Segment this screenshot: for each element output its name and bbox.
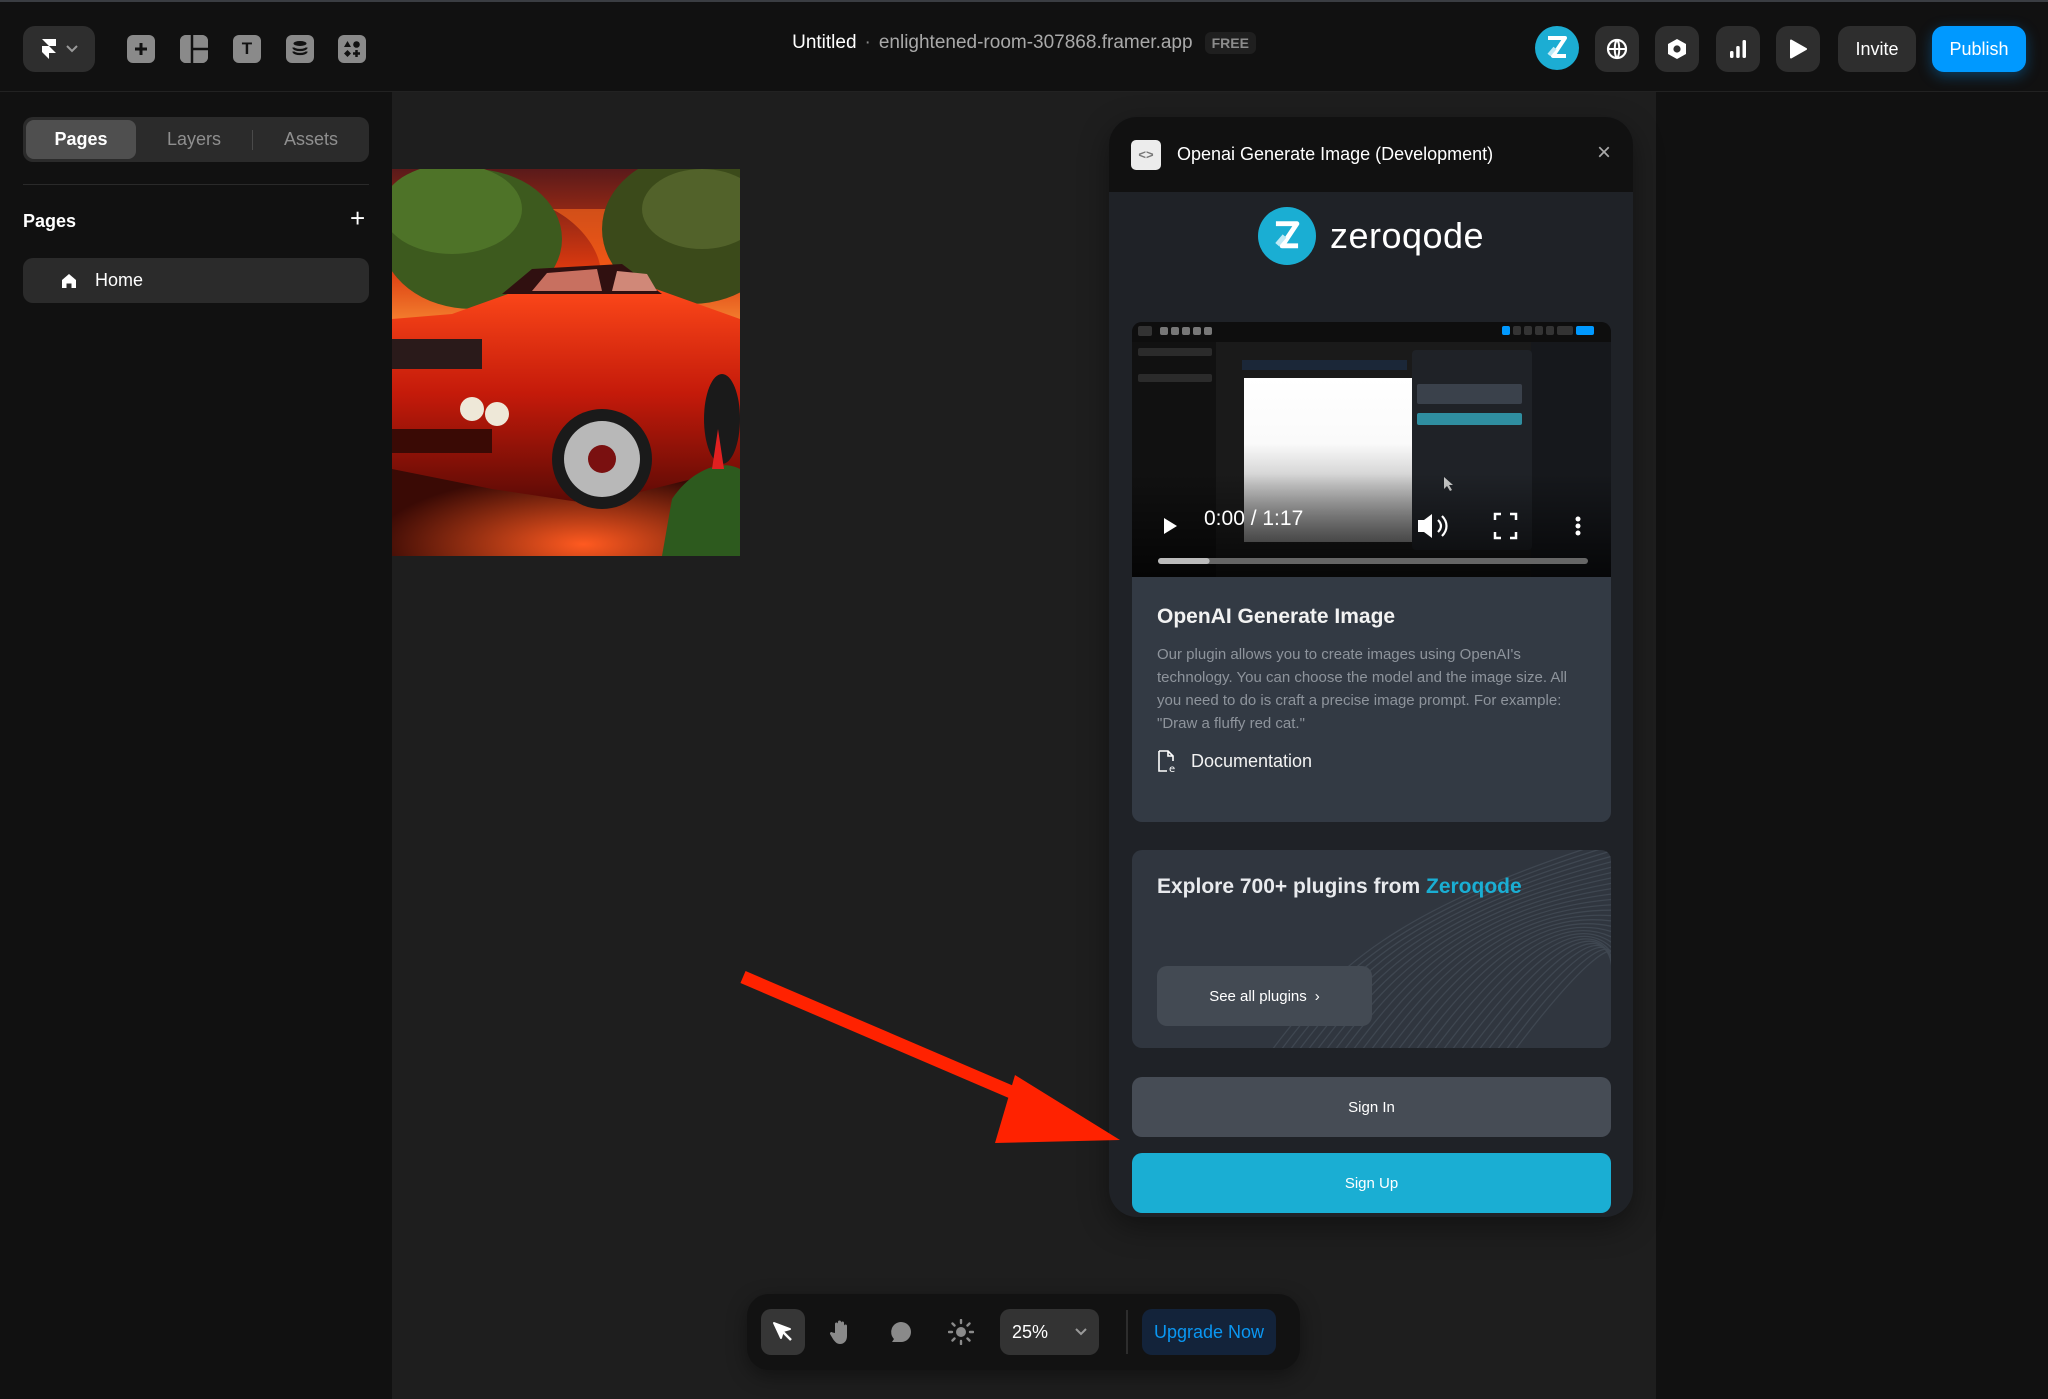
select-tool-button[interactable] [761, 1309, 805, 1355]
wave-line [1497, 946, 1611, 1048]
brand-name: zeroqode [1329, 215, 1485, 256]
zeroqode-logo [1257, 207, 1316, 265]
top-bar: T Untitled · enlightened-room-307868.fra… [0, 0, 2048, 92]
wave-line [1506, 948, 1611, 1048]
zeroqode-accent-text: Zeroqode [1426, 875, 1522, 898]
video-time: 0:00 / 1:17 [1204, 507, 1304, 530]
bottom-toolbar: 25% Upgrade Now [747, 1294, 1300, 1370]
sidebar-tabs: Pages Layers Assets [23, 117, 369, 162]
zeroqode-z-icon [1275, 221, 1300, 249]
zoom-level-value: 25% [1012, 1321, 1049, 1342]
comment-tool-button[interactable] [879, 1309, 923, 1355]
toolbar-divider [1126, 1310, 1128, 1354]
page-label: Home [95, 270, 144, 290]
documentation-label: Documentation [1191, 750, 1313, 771]
sidebar-item-home[interactable]: Home [23, 258, 369, 303]
bar-chart-icon [1730, 40, 1746, 58]
plan-badge: FREE [1204, 32, 1256, 54]
sun-icon [948, 1319, 974, 1345]
publish-button[interactable]: Publish [1932, 26, 2026, 72]
video-frame [1132, 322, 1611, 597]
close-icon[interactable]: × [1597, 139, 1611, 167]
home-icon [62, 273, 76, 288]
title-separator: · [864, 32, 871, 53]
zeroqode-plugin-avatar[interactable] [1535, 26, 1579, 70]
theme-toggle-button[interactable] [939, 1309, 983, 1355]
settings-button[interactable] [1655, 26, 1699, 72]
canvas-image-red-car[interactable] [392, 169, 740, 556]
play-icon [1790, 39, 1807, 59]
plugin-description: Our plugin allows you to create images u… [1157, 646, 1568, 732]
hand-tool-button[interactable] [819, 1309, 863, 1355]
zeroqode-logo-icon [1547, 36, 1567, 58]
hexagon-settings-icon [1668, 39, 1686, 59]
wave-line [1515, 950, 1611, 1048]
add-page-button[interactable]: + [350, 205, 365, 231]
analytics-button[interactable] [1716, 26, 1760, 72]
see-all-plugins-button[interactable]: See all plugins › [1157, 966, 1372, 1026]
sign-up-button[interactable]: Sign Up [1132, 1153, 1611, 1213]
annotation-arrow [740, 971, 1120, 1143]
document-icon: e [1158, 750, 1175, 773]
preview-button[interactable] [1776, 26, 1820, 72]
plugin-window: <> Openai Generate Image (Development) ×… [1109, 117, 1633, 1217]
plugin-title: Openai Generate Image (Development) [1177, 144, 1494, 164]
project-domain[interactable]: enlightened-room-307868.framer.app [879, 32, 1193, 54]
project-title[interactable]: Untitled [792, 32, 856, 54]
explore-heading: Explore 700+ plugins from Zeroqode [1157, 875, 1586, 899]
upgrade-now-button[interactable]: Upgrade Now [1142, 1309, 1276, 1355]
invite-button[interactable]: Invite [1838, 26, 1916, 72]
plugin-info-card: OpenAI Generate Image Our plugin allows … [1132, 577, 1611, 822]
documentation-link[interactable]: e Documentation [1157, 749, 1586, 773]
zeroqode-brand: zeroqode [1109, 206, 1633, 266]
tutorial-video[interactable]: 0:00 / 1:17 [1132, 322, 1611, 597]
site-settings-button[interactable] [1595, 26, 1639, 72]
explore-heading-text: Explore 700+ plugins from [1157, 875, 1426, 898]
chevron-down-icon [1075, 1328, 1087, 1336]
explore-plugins-card: Explore 700+ plugins from Zeroqode See a… [1132, 850, 1611, 1048]
chevron-right-icon: › [1314, 987, 1320, 1005]
video-progress-track [1158, 558, 1588, 564]
hand-icon [829, 1320, 847, 1344]
code-icon: <> [1131, 139, 1161, 170]
comment-icon [891, 1322, 911, 1342]
sign-in-button[interactable]: Sign In [1132, 1077, 1611, 1137]
sidebar-divider [23, 184, 369, 185]
see-all-label: See all plugins [1209, 987, 1307, 1005]
tab-layers[interactable]: Layers [136, 120, 252, 159]
plugin-header: <> Openai Generate Image (Development) × [1109, 117, 1633, 192]
tab-pages[interactable]: Pages [26, 120, 136, 159]
pages-section-title: Pages [23, 211, 77, 231]
cursor-icon [773, 1322, 792, 1341]
video-progress-fill [1158, 558, 1210, 564]
plugin-heading: OpenAI Generate Image [1157, 605, 1396, 628]
tab-assets[interactable]: Assets [253, 120, 369, 159]
svg-text:e: e [1169, 764, 1175, 773]
right-properties-panel [1656, 92, 2048, 1399]
zoom-level-select[interactable]: 25% [1000, 1309, 1099, 1355]
globe-icon [1606, 38, 1628, 60]
car-illustration [392, 169, 740, 556]
